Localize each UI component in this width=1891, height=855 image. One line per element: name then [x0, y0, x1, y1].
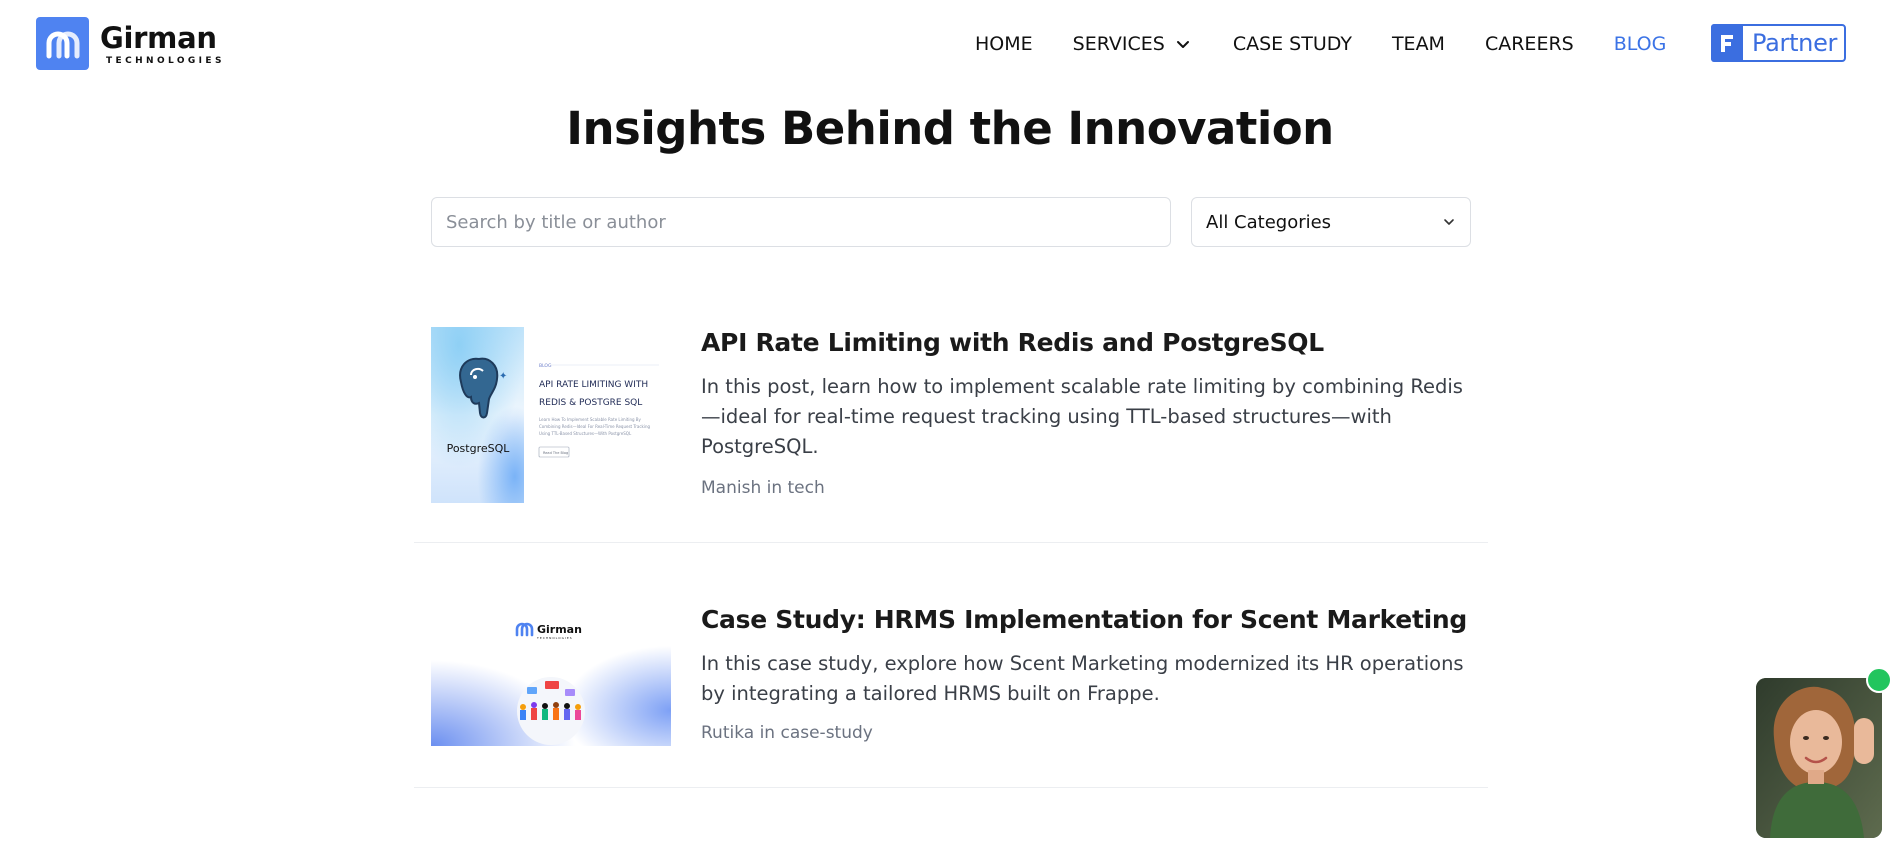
nav-careers[interactable]: CAREERS	[1485, 33, 1574, 55]
svg-text:Learn How To Implement Scalabl: Learn How To Implement Scalable Rate Lim…	[539, 417, 642, 422]
brand-name: Girman	[100, 20, 217, 55]
chevron-down-icon	[1176, 41, 1189, 48]
post-title[interactable]: API Rate Limiting with Redis and Postgre…	[701, 328, 1324, 357]
post-description: In this case study, explore how Scent Ma…	[701, 652, 1464, 705]
nav-blog[interactable]: BLOG	[1614, 33, 1667, 55]
svg-text:API RATE LIMITING WITH: API RATE LIMITING WITH	[539, 380, 648, 390]
post-meta: Rutika in case-study	[701, 723, 873, 743]
brand-tagline: TECHNOLOGIES	[106, 55, 225, 66]
page-title: Insights Behind the Innovation	[566, 102, 1334, 155]
post-thumbnail[interactable]: ✦ PostgreSQL BLOG API RATE LIMITING WITH…	[431, 327, 671, 503]
search-input[interactable]	[431, 197, 1171, 247]
svg-text:TECHNOLOGIES: TECHNOLOGIES	[536, 636, 573, 640]
thumb-logo-label: PostgreSQL	[447, 442, 511, 455]
post-thumbnail[interactable]: Girman TECHNOLOGIES	[431, 603, 671, 746]
main-nav: HOME SERVICES CASE STUDY TEAM CAREERS BL…	[975, 30, 1666, 58]
svg-text:✦: ✦	[499, 371, 507, 382]
partner-label: Partner	[1752, 29, 1838, 57]
chevron-down-icon	[1444, 219, 1454, 225]
svg-text:Girman: Girman	[537, 623, 582, 636]
svg-text:Using TTL-Based Structures—Wit: Using TTL-Based Structures—With PostgreS…	[539, 431, 632, 436]
avatar	[1756, 678, 1882, 838]
nav-services[interactable]: SERVICES	[1073, 33, 1191, 55]
svg-text:Combining Redis—Ideal For Real: Combining Redis—Ideal For Real-Time Requ…	[539, 424, 651, 429]
nav-services-label: SERVICES	[1072, 33, 1165, 55]
video-chat-widget[interactable]	[1756, 678, 1882, 838]
team-illustration-icon	[517, 677, 585, 745]
category-select[interactable]: All Categories	[1191, 197, 1471, 247]
frappe-icon	[1711, 24, 1743, 62]
post-meta: Manish in tech	[701, 478, 825, 498]
blog-post-card[interactable]: ✦ PostgreSQL BLOG API RATE LIMITING WITH…	[414, 310, 1488, 543]
post-description: In this post, learn how to implement sca…	[701, 375, 1463, 458]
brand-logo[interactable]: Girman TECHNOLOGIES	[36, 17, 225, 70]
nav-case-study[interactable]: CASE STUDY	[1233, 33, 1352, 55]
post-title[interactable]: Case Study: HRMS Implementation for Scen…	[701, 605, 1467, 634]
blog-post-card[interactable]: Girman TECHNOLOGIES Case Study: HRMS Imp…	[414, 587, 1488, 788]
svg-text:BLOG: BLOG	[539, 363, 552, 369]
svg-text:Read The Blog: Read The Blog	[543, 451, 568, 455]
online-status-dot	[1866, 667, 1891, 693]
svg-text:REDIS & POSTGRE SQL: REDIS & POSTGRE SQL	[539, 398, 642, 408]
nav-team[interactable]: TEAM	[1392, 33, 1445, 55]
partner-badge[interactable]: Partner	[1711, 24, 1846, 62]
nav-home[interactable]: HOME	[975, 33, 1033, 55]
category-select-value: All Categories	[1206, 211, 1332, 233]
girman-logo-icon	[36, 17, 89, 70]
site-header: Girman TECHNOLOGIES HOME SERVICES CASE S…	[0, 0, 1891, 86]
